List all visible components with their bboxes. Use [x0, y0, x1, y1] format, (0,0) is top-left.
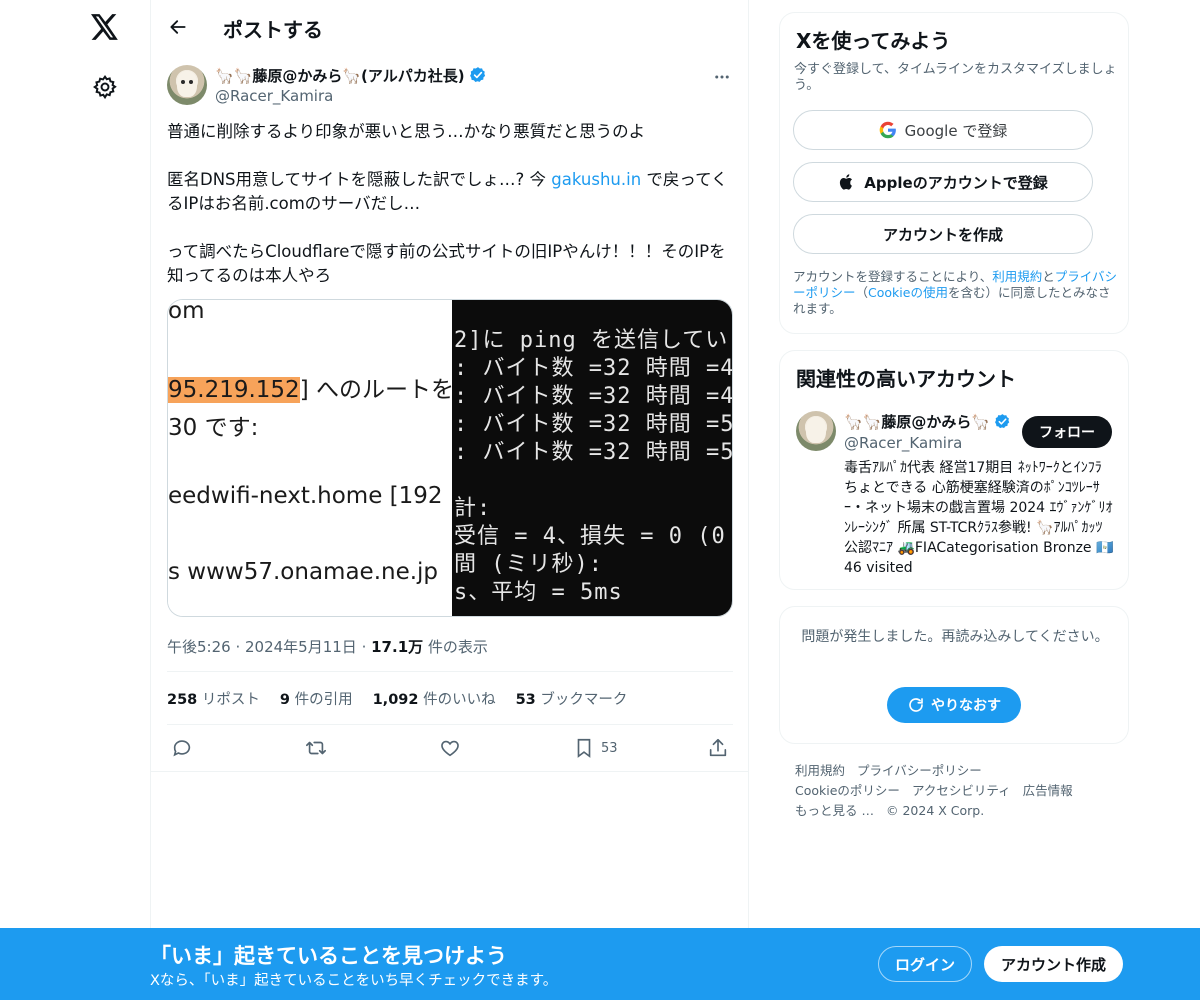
avatar[interactable] [796, 411, 836, 451]
divider [151, 771, 749, 772]
image-right-panel: 2]に ping を送信してい : バイト数 =32 時間 =4 : バイト数 … [452, 300, 732, 616]
copyright: © 2024 X Corp. [885, 803, 985, 818]
apple-icon [840, 174, 853, 190]
signup-subtitle: 今すぐ登録して、タイムラインをカスタマイズしましょう。 [794, 62, 1117, 93]
apple-signup-button[interactable]: Appleのアカウントで登録 [793, 162, 1093, 202]
post-text-line3: って調べたらCloudflareで隠す前の公式サイトの旧IPやんけ！！！そのIP… [167, 242, 726, 285]
page-title: ポストする [223, 18, 323, 42]
bottom-banner: 「いま」起きていることを見つけよう Xなら、「いま」起きていることをいち早くチェ… [0, 928, 1200, 1000]
related-handle[interactable]: @Racer_Kamira [844, 434, 962, 452]
avatar[interactable] [167, 65, 207, 105]
post-time[interactable]: 午後5:26 [167, 638, 231, 656]
image-left-panel: om 95.219.152] へのルートを 30 です: eedwifi-nex… [168, 300, 452, 616]
left-nav [0, 0, 150, 1000]
share-icon[interactable] [707, 736, 729, 760]
signup-card: Xを使ってみよう 今すぐ登録して、タイムラインをカスタマイズしましょう。 Goo… [779, 12, 1129, 334]
error-card: 問題が発生しました。再読み込みしてください。 やりなおす [779, 606, 1129, 744]
arrow-left-icon[interactable] [165, 14, 191, 40]
footer-link[interactable]: もっと見る … [795, 803, 874, 818]
views-count: 17.1万 [371, 638, 424, 656]
retry-button[interactable]: やりなおす [887, 687, 1021, 723]
main-column: ポストする 🦙🦙藤原@かみら🦙(アルパカ社長) @Racer_Kamira 普通… [150, 0, 749, 1000]
reply-icon[interactable] [171, 736, 193, 760]
signup-legal: アカウントを登録することにより、利用規約とプライバシーポリシー（Cookieの使… [793, 269, 1118, 316]
related-name-row[interactable]: 🦙🦙藤原@かみら🦙 [844, 411, 1011, 432]
image-text: eedwifi-next.home [192 [168, 483, 443, 509]
footer-link[interactable]: プライバシーポリシー [857, 763, 982, 778]
footer-link[interactable]: アクセシビリティ [912, 783, 1011, 798]
verified-badge-icon [469, 67, 485, 82]
footer-link[interactable]: 広告情報 [1023, 783, 1073, 798]
google-label: Google [904, 121, 958, 140]
apple-label: Appleのアカウントで登録 [864, 173, 1048, 192]
image-text: s、平均 = 5ms [454, 580, 623, 605]
related-bio: 毒舌ｱﾙﾊﾟｶ代表 経営17期目 ﾈｯﾄﾜｰｸとｲﾝﾌﾗちょとできる 心筋梗塞経… [844, 460, 1114, 576]
bookmark-icon [577, 738, 591, 758]
post-actions: 53 [167, 736, 733, 764]
image-text: : バイト数 =32 時間 =5 [454, 440, 732, 465]
banner-title: 「いま」起きていることを見つけよう [150, 944, 507, 968]
signup-title: Xを使ってみよう [796, 29, 951, 53]
google-suffix: で登録 [957, 121, 1008, 140]
verified-badge-icon [995, 414, 1010, 429]
error-message: 問題が発生しました。再読み込みしてください。 [801, 629, 1109, 645]
divider [167, 671, 733, 672]
post-date[interactable]: 2024年5月11日 [245, 638, 357, 656]
reposts-stat[interactable]: 258 リポスト [167, 688, 260, 709]
post-text-line2a: 匿名DNS用意してサイトを隠蔽した訳でしょ…? 今 [167, 170, 552, 189]
signup-button[interactable]: アカウント作成 [984, 946, 1123, 982]
image-text: ] へのルートを [299, 377, 452, 403]
retry-label: やりなおす [931, 698, 1001, 714]
post-image[interactable]: om 95.219.152] へのルートを 30 です: eedwifi-nex… [167, 299, 733, 617]
repost-icon[interactable] [305, 736, 327, 760]
related-title: 関連性の高いアカウント [796, 367, 1016, 391]
post-meta: 午後5:26 · 2024年5月11日 · 17.1万 件の表示 [167, 638, 488, 656]
more-icon[interactable] [711, 66, 733, 88]
gear-icon[interactable] [92, 74, 118, 100]
footer-links: 利用規約 プライバシーポリシー Cookieのポリシー アクセシビリティ 広告情報 も… [795, 761, 1115, 821]
banner-subtitle: Xなら、「いま」起きていることをいち早くチェックできます。 [150, 973, 558, 989]
post-text: 普通に削除するより印象が悪いと思う…かなり悪質だと思うのよ 匿名DNS用意してサ… [167, 120, 733, 288]
x-logo-icon[interactable] [88, 10, 122, 44]
refresh-icon [909, 698, 923, 712]
google-signup-button[interactable]: Google で登録 [793, 110, 1093, 150]
author-name[interactable]: 🦙🦙藤原@かみら🦙(アルパカ社長) [215, 65, 465, 86]
post-stats: 258 リポスト 9 件の引用 1,092 件のいいね 53 ブックマーク [167, 688, 627, 709]
author-name-row[interactable]: 🦙🦙藤原@かみら🦙(アルパカ社長) [215, 65, 487, 85]
page-root: ポストする 🦙🦙藤原@かみら🦙(アルパカ社長) @Racer_Kamira 普通… [0, 0, 1200, 1000]
views-label: 件の表示 [423, 638, 488, 656]
footer-link[interactable]: 利用規約 [795, 763, 845, 778]
bookmarks-stat[interactable]: 53 ブックマーク [516, 688, 628, 709]
author-handle[interactable]: @Racer_Kamira [215, 87, 487, 105]
post-author: 🦙🦙藤原@かみら🦙(アルパカ社長) @Racer_Kamira [215, 65, 487, 105]
divider [167, 724, 733, 725]
likes-stat[interactable]: 1,092 件のいいね [373, 688, 496, 709]
image-text: 30 です: [168, 415, 259, 441]
image-text-row: 95.219.152] へのルートを [168, 370, 452, 404]
login-button[interactable]: ログイン [878, 946, 972, 982]
google-icon [879, 121, 896, 139]
top-bar: ポストする [151, 0, 749, 54]
related-name[interactable]: 🦙🦙藤原@かみら🦙 [844, 411, 990, 432]
bookmark-count: 53 [601, 740, 618, 756]
cookie-link[interactable]: Cookieの使用 [868, 285, 948, 300]
terms-link[interactable]: 利用規約 [992, 269, 1042, 284]
post-link[interactable]: gakushu.in [551, 170, 641, 189]
image-text: om [168, 300, 205, 324]
create-account-label: アカウントを作成 [882, 225, 1003, 244]
footer-link[interactable]: Cookieのポリシー [795, 783, 900, 798]
like-icon[interactable] [439, 736, 461, 760]
quotes-stat[interactable]: 9 件の引用 [280, 688, 353, 709]
bookmark-button[interactable]: 53 [573, 736, 618, 760]
related-accounts-card: 関連性の高いアカウント 🦙🦙藤原@かみら🦙 @Racer_Kamira フォロー… [779, 350, 1129, 590]
image-text: s www57.onamae.ne.jp [168, 559, 439, 585]
post-text-line1: 普通に削除するより印象が悪いと思う…かなり悪質だと思うのよ [167, 122, 646, 141]
follow-button[interactable]: フォロー [1022, 416, 1112, 448]
image-highlight: 95.219.152 [168, 377, 300, 403]
create-account-button[interactable]: アカウントを作成 [793, 214, 1093, 254]
